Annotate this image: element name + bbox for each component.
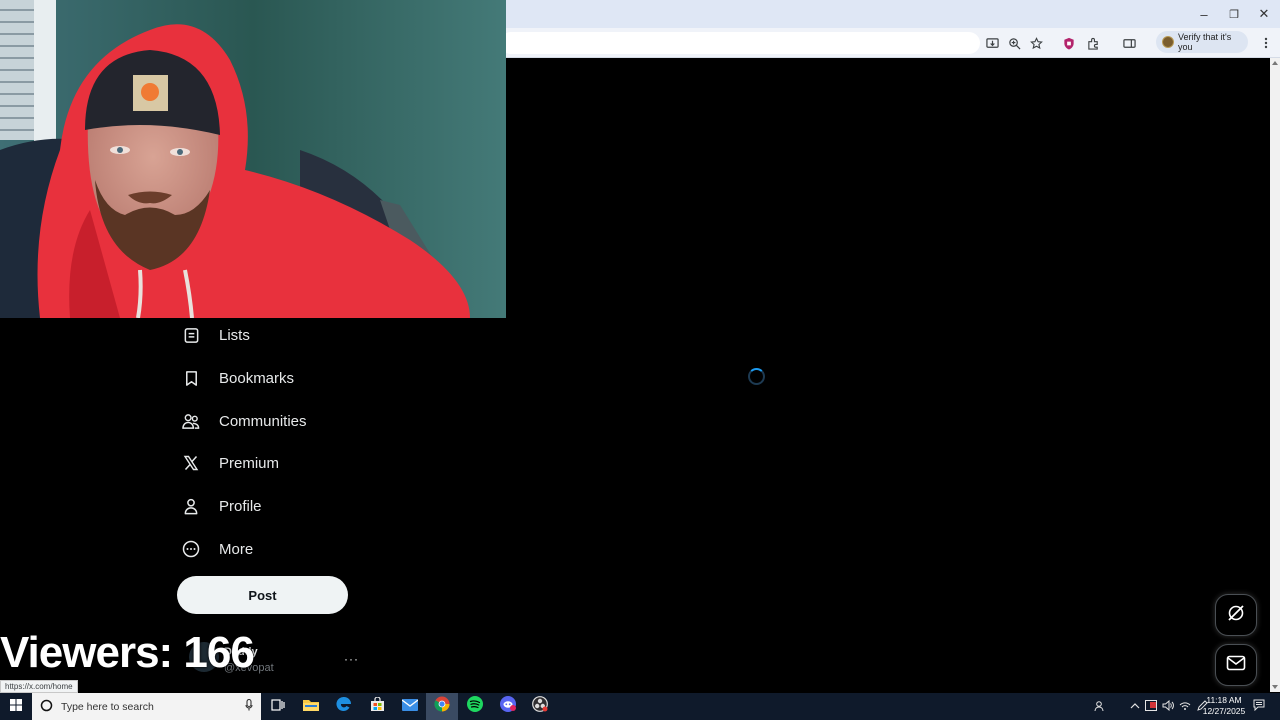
- windows-logo-icon: [10, 698, 22, 716]
- sidebar-item-label: Communities: [219, 412, 307, 430]
- taskbar-obs[interactable]: [524, 693, 556, 720]
- communities-icon: [177, 407, 205, 435]
- list-icon: [177, 321, 205, 349]
- profile-icon: [177, 492, 205, 520]
- sidebar-item-label: Profile: [219, 497, 262, 515]
- microphone-icon[interactable]: [245, 698, 253, 714]
- browser-menu-icon[interactable]: [1255, 32, 1277, 54]
- search-icon: [40, 699, 53, 715]
- taskbar-search-box[interactable]: Type here to search: [32, 693, 261, 720]
- post-button[interactable]: Post: [177, 576, 348, 614]
- sidebar-item-communities[interactable]: Communities: [177, 401, 307, 441]
- task-view-icon: [271, 698, 285, 716]
- sidebar-item-profile[interactable]: Profile: [177, 486, 262, 526]
- minimize-button[interactable]: –: [1188, 0, 1220, 28]
- folder-icon: [303, 698, 319, 716]
- discord-icon: [500, 696, 516, 717]
- edge-icon: [336, 696, 352, 717]
- notification-center-button[interactable]: [1246, 693, 1272, 720]
- store-icon: [370, 695, 385, 717]
- webcam-overlay: [0, 0, 506, 318]
- spotify-icon: [467, 696, 483, 717]
- messages-button[interactable]: [1215, 644, 1257, 686]
- link-preview-status: https://x.com/home: [0, 680, 78, 693]
- chrome-icon: [434, 696, 450, 717]
- sidebar-item-more[interactable]: More: [177, 529, 253, 569]
- taskbar-clock[interactable]: 11:18 AM 12/27/2025: [1196, 695, 1252, 717]
- taskbar-spotify[interactable]: [459, 693, 491, 720]
- sidebar-item-label: Premium: [219, 454, 280, 472]
- task-view-button[interactable]: [262, 693, 294, 720]
- more-circle-icon: [177, 535, 205, 563]
- mail-icon: [401, 698, 419, 716]
- taskbar-edge[interactable]: [328, 693, 360, 720]
- bookmark-icon: [177, 364, 205, 392]
- sidebar-item-label: Lists: [219, 326, 250, 344]
- shield-extension-icon[interactable]: [1058, 32, 1080, 54]
- grok-icon: [1226, 603, 1246, 628]
- notification-icon: [1253, 698, 1265, 716]
- obs-icon: [532, 696, 548, 717]
- bookmark-star-icon[interactable]: [1025, 32, 1047, 54]
- sidebar-item-lists[interactable]: Lists: [177, 315, 250, 355]
- sidebar-item-premium[interactable]: Premium: [177, 443, 279, 483]
- taskbar-mail[interactable]: [394, 693, 426, 720]
- verify-profile-button[interactable]: Verify that it's you: [1156, 31, 1248, 53]
- envelope-icon: [1226, 655, 1246, 676]
- taskbar-discord[interactable]: [492, 693, 524, 720]
- clock-time: 11:18 AM: [1206, 695, 1242, 705]
- viewer-count-overlay: Viewers: 166: [0, 628, 255, 677]
- security-alert-icon[interactable]: [1145, 700, 1157, 713]
- grok-button[interactable]: [1215, 594, 1257, 636]
- volume-icon[interactable]: [1162, 699, 1174, 713]
- install-app-icon[interactable]: [981, 32, 1003, 54]
- search-placeholder: Type here to search: [61, 700, 154, 713]
- clock-date: 12/27/2025: [1202, 706, 1246, 716]
- taskbar-store[interactable]: [361, 693, 393, 720]
- taskbar-chrome[interactable]: [426, 693, 458, 720]
- chevron-up-icon[interactable]: [1130, 702, 1140, 712]
- loading-spinner-icon: [748, 368, 765, 385]
- zoom-icon[interactable]: [1003, 32, 1025, 54]
- side-panel-icon[interactable]: [1118, 32, 1140, 54]
- taskbar-file-explorer[interactable]: [295, 693, 327, 720]
- start-button[interactable]: [0, 693, 32, 720]
- people-icon[interactable]: [1094, 700, 1106, 714]
- sidebar-item-bookmarks[interactable]: Bookmarks: [177, 358, 294, 398]
- close-button[interactable]: ✕: [1248, 0, 1280, 28]
- account-more-button[interactable]: ···: [344, 652, 359, 666]
- sidebar-item-label: More: [219, 540, 254, 558]
- network-icon[interactable]: [1179, 700, 1191, 713]
- sidebar-item-label: Bookmarks: [219, 369, 295, 387]
- extensions-icon[interactable]: [1082, 32, 1104, 54]
- verify-label: Verify that it's you: [1177, 32, 1232, 52]
- system-tray: [1094, 693, 1208, 720]
- x-logo-icon: [177, 449, 205, 477]
- restore-button[interactable]: ❐: [1218, 0, 1250, 28]
- address-bar[interactable]: [500, 32, 980, 54]
- profile-avatar-icon: [1162, 36, 1174, 48]
- scrollbar[interactable]: [1270, 58, 1280, 692]
